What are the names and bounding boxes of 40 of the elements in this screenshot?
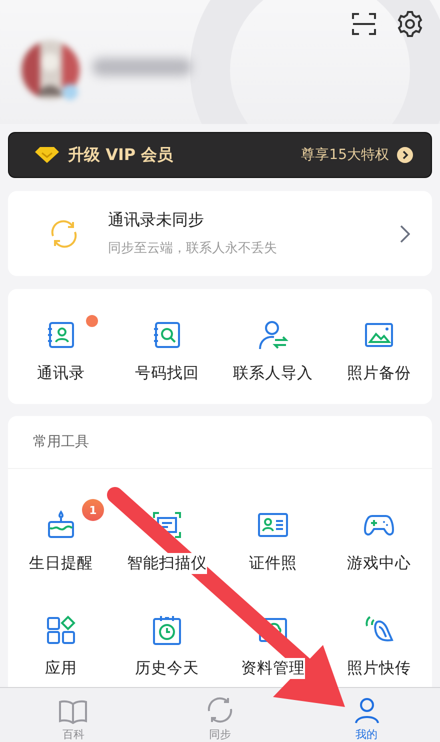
tool-label: 智能扫描仪: [127, 553, 207, 574]
tool-item[interactable]: 历史今天: [135, 614, 199, 679]
section-title: 常用工具: [33, 433, 89, 451]
tool-item[interactable]: 照片快传: [347, 614, 411, 679]
tool-item[interactable]: 游戏中心: [347, 509, 411, 574]
book-icon: [58, 700, 88, 724]
chevron-circle-icon: [397, 147, 413, 163]
scanner-icon: [151, 509, 183, 541]
contact-book-icon: [45, 319, 77, 351]
sync-icon: [206, 696, 234, 724]
sync-subtitle: 同步至云端，联系人永不丢失: [108, 240, 278, 257]
search-book-icon: [151, 319, 183, 351]
vip-offer: 尊享15大特权: [301, 146, 389, 164]
tool-item[interactable]: 号码找回: [135, 319, 199, 384]
tool-item[interactable]: 通讯录: [37, 319, 85, 384]
diamond-icon: [35, 146, 59, 164]
tool-item[interactable]: 照片备份: [347, 319, 411, 384]
vip-banner[interactable]: 升级 VIP 会员 尊享15大特权: [8, 132, 432, 178]
person-icon: [352, 696, 381, 724]
scan-icon[interactable]: [350, 10, 378, 38]
vip-title: 升级 VIP 会员: [68, 144, 174, 166]
person-transfer-icon: [257, 319, 289, 351]
tool-label: 证件照: [249, 553, 297, 574]
tool-item[interactable]: 联系人导入: [233, 319, 313, 384]
apps-grid-icon: [45, 614, 77, 646]
cake-icon: [45, 509, 77, 541]
count-badge: 1: [82, 499, 104, 521]
tool-label: 照片快传: [347, 658, 411, 679]
tool-item[interactable]: 应用: [45, 614, 77, 679]
sync-title: 通讯录未同步: [108, 210, 205, 231]
tool-item[interactable]: 智能扫描仪: [127, 509, 207, 574]
tool-item[interactable]: 证件照: [249, 509, 297, 574]
tool-item[interactable]: 资料管理: [241, 614, 305, 679]
settings-icon[interactable]: [396, 10, 424, 38]
chevron-right-icon: [400, 224, 410, 242]
nav-tab[interactable]: 我的: [293, 688, 440, 742]
tool-label: 照片备份: [347, 363, 411, 384]
tool-label: 资料管理: [241, 658, 305, 679]
calendar-clock-icon: [151, 614, 183, 646]
sync-card[interactable]: 通讯录未同步 同步至云端，联系人永不丢失: [8, 191, 432, 276]
